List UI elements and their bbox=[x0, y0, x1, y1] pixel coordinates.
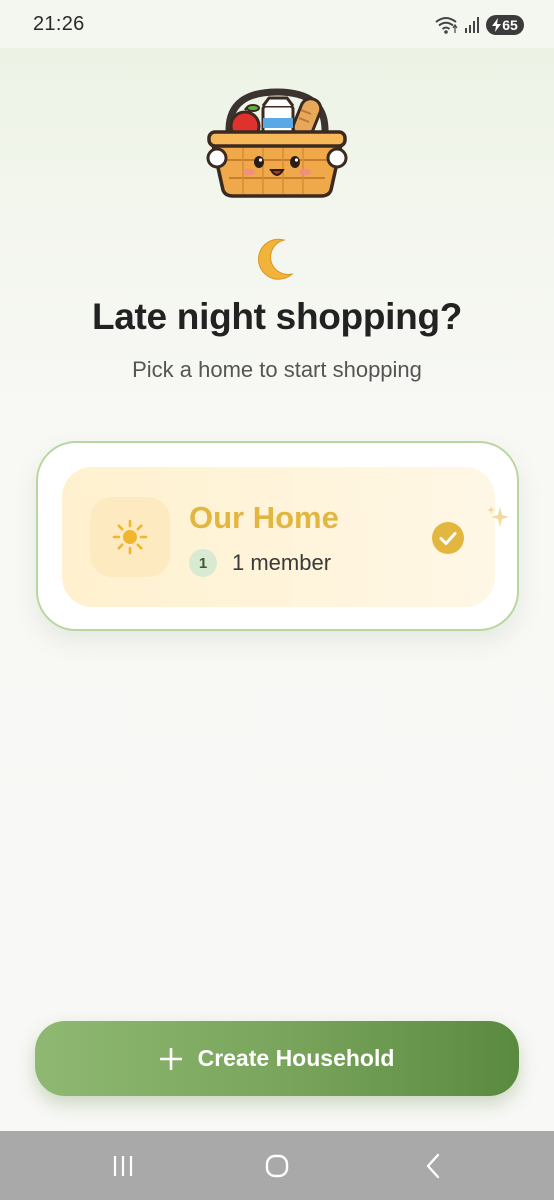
recent-apps-icon bbox=[113, 1156, 133, 1176]
battery-level: 65 bbox=[502, 17, 518, 33]
signal-icon bbox=[465, 17, 479, 33]
status-bar: 21:26 65 bbox=[0, 0, 554, 48]
home-nav-icon bbox=[265, 1154, 289, 1178]
recent-apps-button[interactable] bbox=[108, 1153, 138, 1179]
back-icon bbox=[426, 1153, 440, 1179]
wifi-icon bbox=[435, 17, 458, 34]
household-card-body[interactable]: Our Home 1 1 member bbox=[62, 467, 509, 607]
status-time: 21:26 bbox=[33, 13, 85, 35]
household-icon-tile bbox=[90, 497, 170, 577]
system-nav-bar bbox=[0, 1131, 554, 1200]
member-count-badge: 1 bbox=[189, 549, 217, 577]
battery-charging-icon bbox=[492, 18, 502, 32]
status-icons: 65 bbox=[434, 14, 524, 36]
member-row: 1 1 member bbox=[189, 549, 331, 577]
plus-icon bbox=[159, 1047, 182, 1070]
create-household-label: Create Household bbox=[197, 1045, 395, 1071]
sparkle-icon bbox=[487, 506, 509, 527]
member-count-label: 1 member bbox=[232, 550, 332, 575]
sun-icon bbox=[112, 519, 148, 555]
selected-check-icon bbox=[432, 522, 464, 554]
home-nav-button[interactable] bbox=[262, 1153, 292, 1179]
create-household-button[interactable]: Create Household bbox=[35, 1021, 519, 1096]
back-nav-button[interactable] bbox=[418, 1153, 448, 1179]
grocery-basket-mascot-icon bbox=[206, 88, 348, 198]
crescent-moon-icon bbox=[258, 238, 294, 280]
page-subtitle: Pick a home to start shopping bbox=[132, 357, 422, 382]
battery-indicator: 65 bbox=[486, 15, 524, 35]
household-name: Our Home bbox=[189, 500, 339, 535]
page-title: Late night shopping? bbox=[91, 296, 463, 337]
household-card-our-home[interactable]: Our Home 1 1 member bbox=[36, 441, 519, 631]
